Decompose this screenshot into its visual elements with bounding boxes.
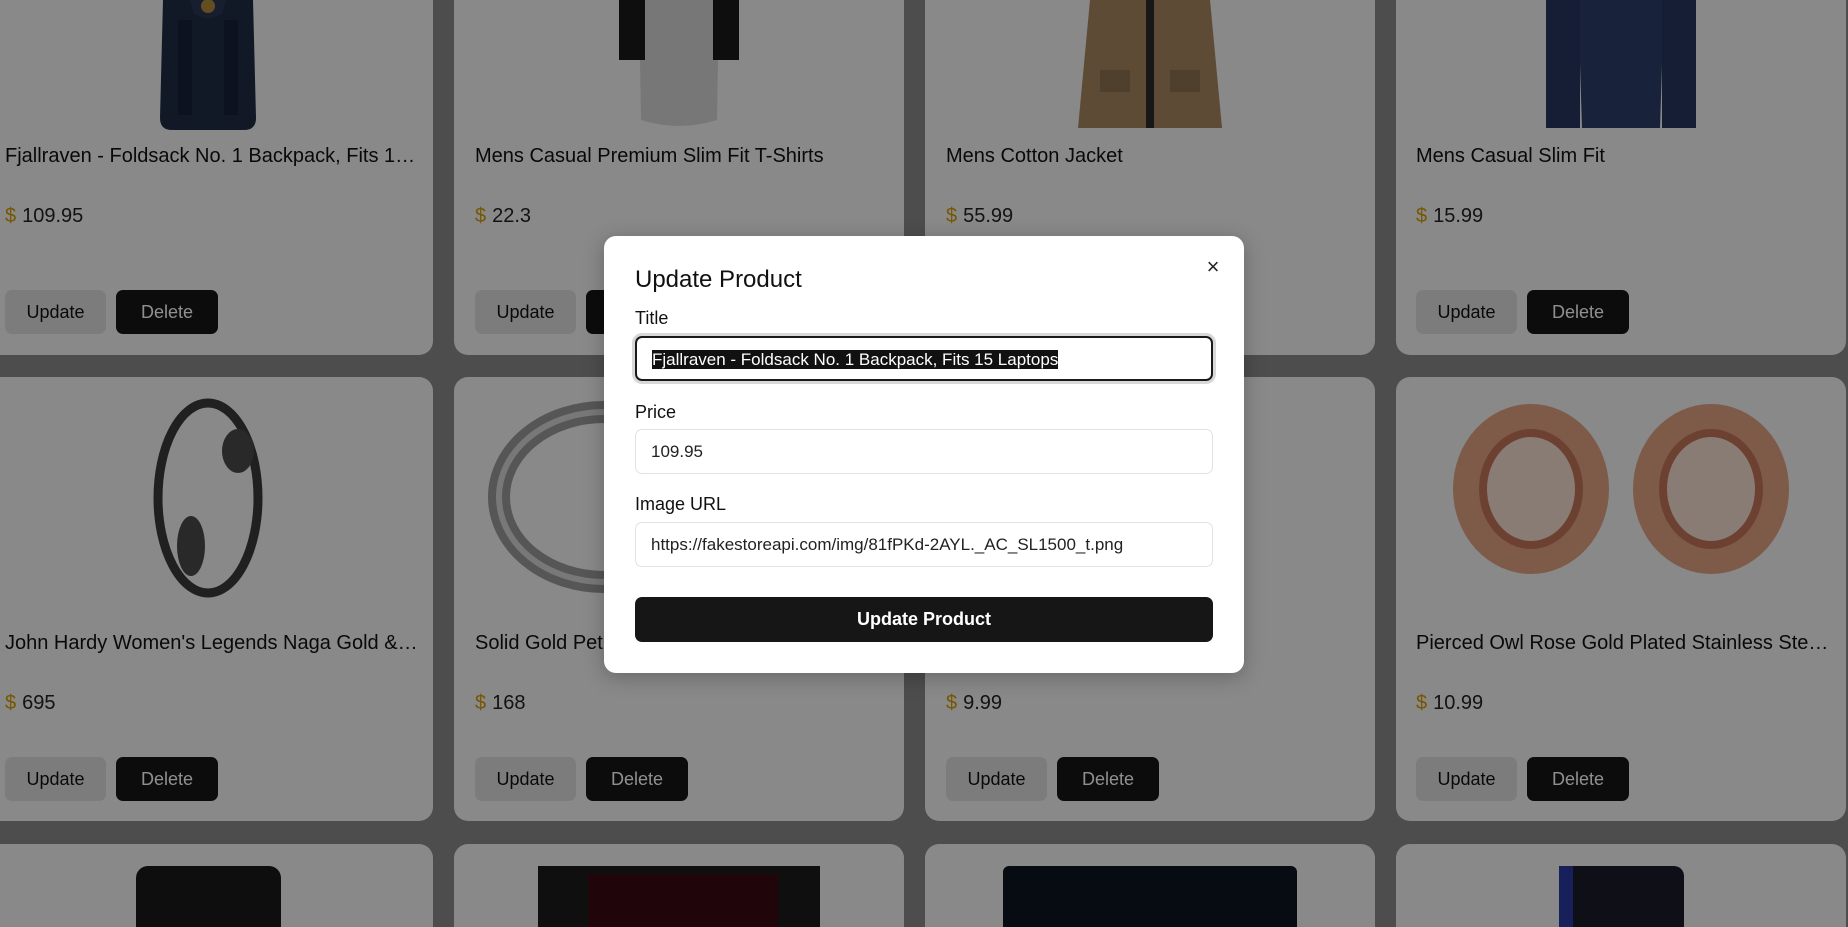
title-label: Title: [635, 308, 669, 328]
price-input[interactable]: 109.95: [635, 429, 1213, 474]
dialog-title: Update Product: [635, 266, 802, 293]
update-product-dialog: Update Product × Title Fjallraven - Fold…: [604, 236, 1244, 673]
image-url-label: Image URL: [635, 494, 727, 514]
update-product-button[interactable]: Update Product: [635, 597, 1213, 642]
close-icon[interactable]: ×: [1201, 255, 1225, 279]
title-input[interactable]: Fjallraven - Foldsack No. 1 Backpack, Fi…: [635, 336, 1213, 381]
title-input-value: Fjallraven - Foldsack No. 1 Backpack, Fi…: [652, 350, 1059, 369]
image-url-input[interactable]: https://fakestoreapi.com/img/81fPKd-2AYL…: [635, 522, 1213, 567]
price-label: Price: [635, 402, 677, 422]
